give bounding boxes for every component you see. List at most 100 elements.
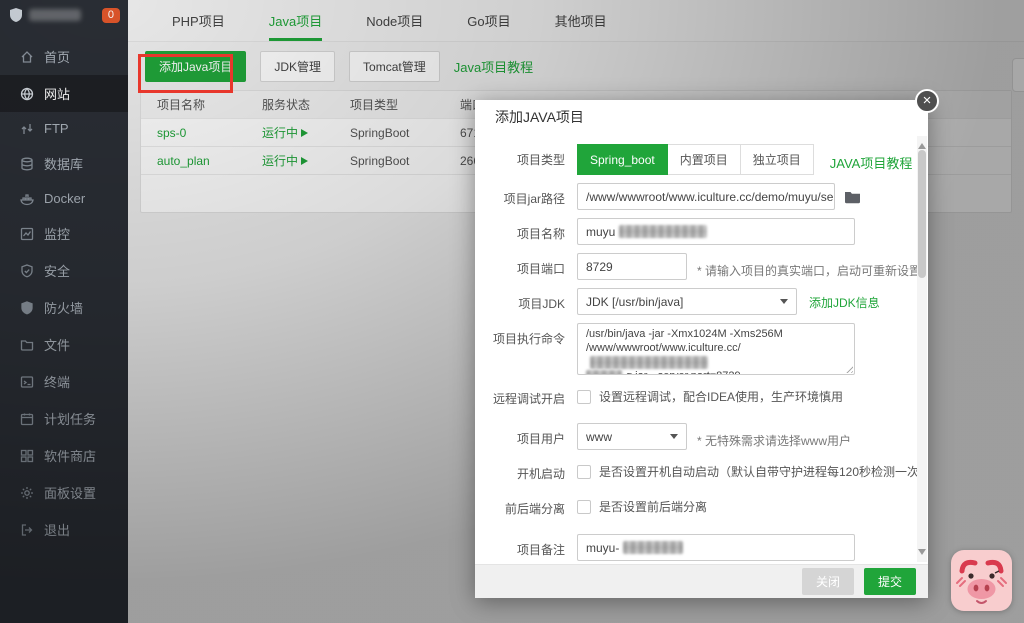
type-springboot-button[interactable]: Spring_boot <box>577 144 668 175</box>
type-standalone-button[interactable]: 独立项目 <box>741 144 814 175</box>
add-java-project-modal: × 添加JAVA项目 项目类型 Spring_boot 内置项目 独立项目 JA… <box>475 100 928 598</box>
project-type: SpringBoot <box>334 154 444 168</box>
submit-button[interactable]: 提交 <box>864 568 916 595</box>
chevron-down-icon <box>780 299 788 308</box>
sidebar-item-home[interactable]: 首页 <box>0 38 128 75</box>
field-project-note: 项目备注 muyu- <box>475 534 918 561</box>
sidebar-item-website[interactable]: 网站 <box>0 75 128 112</box>
add-java-project-button[interactable]: 添加Java项目 <box>145 51 246 82</box>
tab-java[interactable]: Java项目 <box>247 0 344 41</box>
sidebar-item-firewall[interactable]: 防火墙 <box>0 289 128 326</box>
sidebar-item-files[interactable]: 文件 <box>0 326 128 363</box>
modal-body: 项目类型 Spring_boot 内置项目 独立项目 JAVA项目教程 项目ja… <box>475 134 918 564</box>
jdk-select[interactable]: JDK [/usr/bin/java] <box>577 288 797 315</box>
java-tutorial-link[interactable]: Java项目教程 <box>454 57 533 76</box>
tab-node[interactable]: Node项目 <box>344 0 445 41</box>
user-hint: * 无特殊需求请选择www用户 <box>697 425 851 449</box>
exec-command-textarea[interactable]: /usr/bin/java -jar -Xmx1024M -Xms256M /w… <box>577 323 855 375</box>
sidebar-item-label: 退出 <box>44 520 70 539</box>
tab-label: Go项目 <box>467 11 510 30</box>
message-badge[interactable]: 0 <box>102 8 120 23</box>
frontend-split-checkbox[interactable] <box>577 500 591 514</box>
boot-start-checkbox[interactable] <box>577 465 591 479</box>
sidebar-item-label: 安全 <box>44 261 70 280</box>
edge-floating-button[interactable] <box>1012 58 1024 92</box>
project-name-link[interactable]: sps-0 <box>141 126 246 140</box>
tab-label: PHP项目 <box>172 11 225 30</box>
jdk-manage-button[interactable]: JDK管理 <box>260 51 335 82</box>
col-type: 项目类型 <box>334 96 444 113</box>
add-jdk-link[interactable]: 添加JDK信息 <box>809 293 880 311</box>
status-running[interactable]: 运行中 <box>262 124 334 141</box>
project-port-input[interactable]: 8729 <box>577 253 687 280</box>
field-label: 项目备注 <box>475 534 565 558</box>
scrollbar-thumb[interactable] <box>918 150 926 278</box>
sidebar-item-logout[interactable]: 退出 <box>0 511 128 548</box>
field-label: 开机启动 <box>475 464 565 482</box>
tab-label: Node项目 <box>366 11 423 30</box>
col-status: 服务状态 <box>246 96 334 113</box>
sidebar-item-label: 文件 <box>44 335 70 354</box>
pig-icon[interactable] <box>950 549 1013 612</box>
field-jar-path: 项目jar路径 /www/wwwroot/www.iculture.cc/dem… <box>475 183 918 210</box>
field-project-name: 项目名称 muyu <box>475 218 918 245</box>
field-label: 项目类型 <box>475 144 565 168</box>
type-builtin-button[interactable]: 内置项目 <box>668 144 741 175</box>
project-name-link[interactable]: auto_plan <box>141 154 246 168</box>
folder-picker-icon[interactable] <box>844 190 861 204</box>
tab-label: Java项目 <box>269 11 322 30</box>
remote-debug-hint: 设置远程调试，配合IDEA使用，生产环境慎用 <box>599 389 843 405</box>
tab-php[interactable]: PHP项目 <box>150 0 247 41</box>
java-tutorial-modal-link[interactable]: JAVA项目教程 <box>830 147 913 172</box>
sidebar-item-label: 防火墙 <box>44 298 83 317</box>
chevron-down-icon <box>670 434 678 443</box>
sidebar-item-label: 首页 <box>44 47 70 66</box>
tab-go[interactable]: Go项目 <box>445 0 532 41</box>
sidebar-item-label: FTP <box>44 121 69 136</box>
scroll-down-icon[interactable] <box>918 549 926 559</box>
sidebar-item-appstore[interactable]: 软件商店 <box>0 437 128 474</box>
sidebar-item-ftp[interactable]: FTP <box>0 112 128 145</box>
sidebar-item-monitor[interactable]: 监控 <box>0 215 128 252</box>
tab-label: 其他项目 <box>555 11 607 30</box>
tab-other[interactable]: 其他项目 <box>533 0 629 41</box>
sidebar-item-label: 计划任务 <box>44 409 96 428</box>
project-name-input[interactable]: muyu <box>577 218 855 245</box>
project-note-input[interactable]: muyu- <box>577 534 855 561</box>
status-text: 运行中 <box>262 124 298 141</box>
sidebar-item-security[interactable]: 安全 <box>0 252 128 289</box>
project-type-segment: Spring_boot 内置项目 独立项目 <box>577 144 814 175</box>
field-project-jdk: 项目JDK JDK [/usr/bin/java] 添加JDK信息 <box>475 288 918 315</box>
field-label: 项目用户 <box>475 423 565 447</box>
shield-check-icon <box>20 264 34 278</box>
cmd-line: /usr/bin/java -jar -Xmx1024M -Xms256M <box>586 327 846 341</box>
grid-icon <box>20 449 34 463</box>
sidebar-item-cron[interactable]: 计划任务 <box>0 400 128 437</box>
jar-path-input[interactable]: /www/wwwroot/www.iculture.cc/demo/muyu/s… <box>577 183 835 210</box>
sidebar-item-database[interactable]: 数据库 <box>0 145 128 182</box>
panel-logo[interactable]: 0 <box>0 0 128 30</box>
sidebar-item-docker[interactable]: Docker <box>0 182 128 215</box>
status-running[interactable]: 运行中 <box>262 152 334 169</box>
scroll-up-icon[interactable] <box>918 139 926 149</box>
firewall-shield-icon <box>20 301 34 315</box>
remote-debug-checkbox[interactable] <box>577 390 591 404</box>
col-name: 项目名称 <box>141 96 246 113</box>
field-project-type: 项目类型 Spring_boot 内置项目 独立项目 JAVA项目教程 <box>475 144 918 175</box>
sidebar-item-label: 监控 <box>44 224 70 243</box>
status-text: 运行中 <box>262 152 298 169</box>
field-label: 项目端口 <box>475 253 565 277</box>
modal-scrollbar[interactable] <box>917 136 927 562</box>
close-button[interactable]: 关闭 <box>802 568 854 595</box>
logout-icon <box>20 523 34 537</box>
tomcat-manage-button[interactable]: Tomcat管理 <box>349 51 440 82</box>
folder-icon <box>20 338 34 352</box>
user-select[interactable]: www <box>577 423 687 450</box>
sidebar-item-settings[interactable]: 面板设置 <box>0 474 128 511</box>
sidebar: 0 首页 网站 FTP 数据库 Docker <box>0 0 128 623</box>
field-label: 项目名称 <box>475 218 565 242</box>
field-label: 项目jar路径 <box>475 183 565 207</box>
sidebar-item-terminal[interactable]: 终端 <box>0 363 128 400</box>
close-icon[interactable]: × <box>915 89 939 113</box>
input-value: muyu- <box>586 541 619 555</box>
